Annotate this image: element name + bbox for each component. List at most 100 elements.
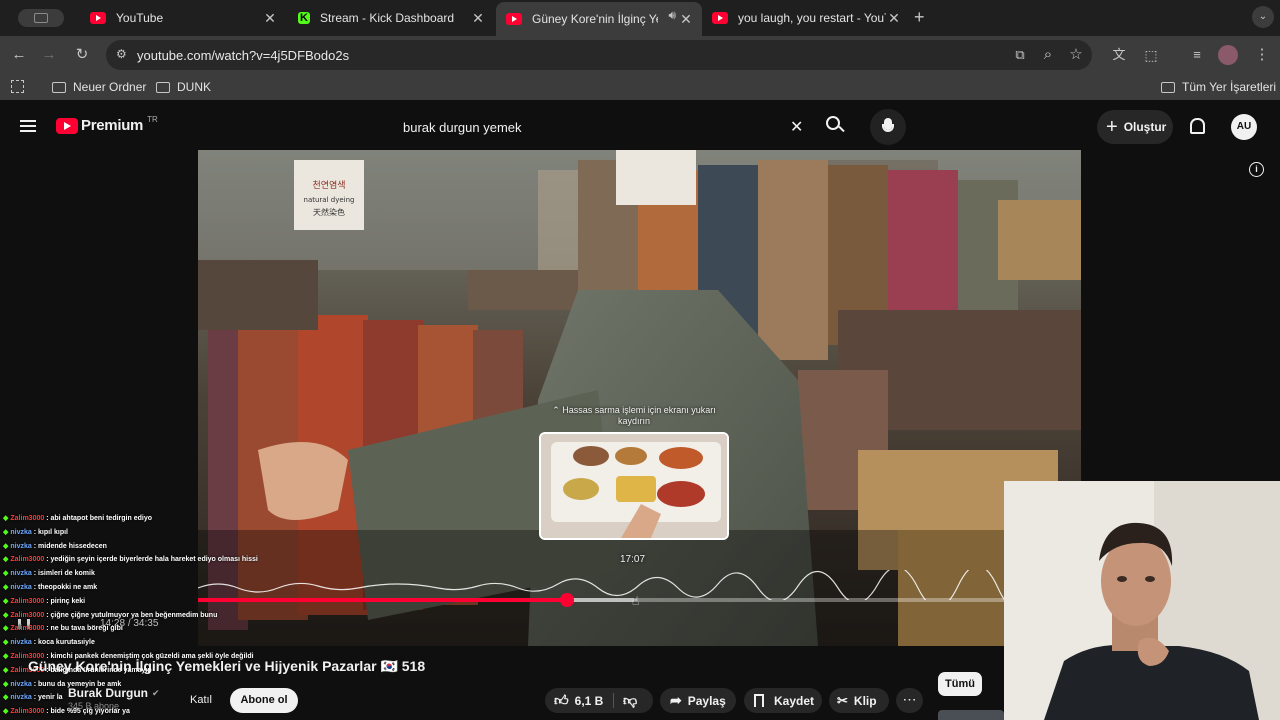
chat-text: yediğin şeyin içerde biyerlerde hala har… xyxy=(50,556,258,564)
notifications-bell-icon[interactable] xyxy=(1190,118,1205,134)
youtube-premium-logo[interactable]: Premium TR xyxy=(56,115,158,134)
filter-chip-all[interactable]: Tümü xyxy=(938,672,982,696)
folder-icon xyxy=(52,81,66,93)
seek-hint-text: Hassas sarma işlemi için ekranı yukarı k… xyxy=(562,405,716,426)
voice-search-button[interactable] xyxy=(870,109,906,145)
address-bar[interactable]: ⚙︎ youtube.com/watch?v=4j5DFBodo2s xyxy=(106,40,1092,70)
save-label: Kaydet xyxy=(774,693,815,708)
create-button[interactable]: + Oluştur xyxy=(1097,110,1173,144)
translate-icon[interactable]: 文 xyxy=(1108,44,1130,66)
search-box[interactable]: burak durgun yemek ✕ xyxy=(390,112,818,142)
tab-close-icon[interactable]: ✕ xyxy=(262,10,278,26)
account-avatar[interactable]: AU xyxy=(1231,114,1257,140)
search-icon xyxy=(826,116,840,130)
badge-icon: ◆ xyxy=(3,639,9,647)
tab-title: Güney Kore'nin İlginç Yem xyxy=(532,12,658,26)
tab-kick-dashboard[interactable]: K Stream - Kick Dashboard ✕ xyxy=(288,4,494,32)
chat-username: Zalim3000 xyxy=(10,625,45,633)
tab-list-button[interactable]: ⌄ xyxy=(1252,6,1274,28)
clip-label: Klip xyxy=(853,693,877,708)
tab-title: Stream - Kick Dashboard xyxy=(320,11,455,25)
subscribe-button[interactable]: Abone ol xyxy=(230,688,298,713)
bookmark-icon xyxy=(754,694,764,707)
save-button[interactable]: Kaydet xyxy=(754,688,814,713)
search-input[interactable]: burak durgun yemek xyxy=(403,120,522,135)
chat-message: ◆ Zalim3000 : çiğne çiğne yutulmuyor ya b… xyxy=(3,611,218,619)
chat-text: yenir la xyxy=(38,694,63,702)
forward-arrow-icon[interactable]: → xyxy=(38,44,60,66)
browser-menu-icon[interactable]: ⋮ xyxy=(1251,44,1273,66)
install-app-icon[interactable]: ⧉ xyxy=(1009,44,1031,66)
badge-icon: ◆ xyxy=(3,708,9,716)
dislike-button[interactable]: 👎︎ xyxy=(623,688,637,713)
chat-username: nivzka xyxy=(10,694,32,702)
speaker-icon[interactable]: 🔊︎ xyxy=(668,8,676,23)
youtube-favicon-icon xyxy=(712,12,728,24)
site-settings-icon[interactable]: ⚙︎ xyxy=(116,47,127,61)
tab-title: you laugh, you restart - YouTu xyxy=(738,11,886,25)
chat-message: ◆ nivzka : kıpıl kıpıl xyxy=(3,528,68,536)
tab-youtube[interactable]: YouTube ✕ xyxy=(80,4,286,32)
like-button[interactable]: 👍︎ 6,1 B xyxy=(554,688,603,713)
tab-you-laugh[interactable]: you laugh, you restart - YouTu ✕ xyxy=(704,4,910,32)
chat-username: Zalim3000 xyxy=(10,708,45,716)
scissors-icon: ✂ xyxy=(837,692,848,708)
logo-text: Premium xyxy=(81,117,144,134)
reload-icon[interactable]: ↻ xyxy=(71,44,93,66)
tab-active-video[interactable]: Güney Kore'nin İlginç Yem 🔊︎ ✕ xyxy=(496,2,702,36)
bookmark-label: Neuer Ordner xyxy=(73,80,147,94)
progress-scrubber-handle[interactable] xyxy=(560,593,575,607)
kick-favicon-icon: K xyxy=(298,12,310,24)
info-icon[interactable]: i xyxy=(1249,162,1264,177)
chat-message: ◆ nivzka : isimleri de komik xyxy=(3,570,95,578)
bookmark-folder-neuer-ordner[interactable]: Neuer Ordner xyxy=(52,80,146,94)
badge-icon: ◆ xyxy=(3,680,9,688)
hamburger-menu-icon[interactable] xyxy=(20,120,36,132)
chat-text: ne bu tava böreği gibi xyxy=(50,625,123,633)
badge-icon: ◆ xyxy=(3,542,9,550)
chat-username: Zalim3000 xyxy=(10,597,45,605)
clear-search-icon[interactable]: ✕ xyxy=(790,117,803,137)
progress-bar-track[interactable] xyxy=(198,593,1081,607)
tab-close-icon[interactable]: ✕ xyxy=(470,10,486,26)
bookmark-star-icon[interactable]: ☆ xyxy=(1065,44,1087,66)
zoom-icon[interactable]: ⌕ xyxy=(1037,44,1059,66)
tab-close-icon[interactable]: ✕ xyxy=(886,10,902,26)
chat-username: Zalim3000 xyxy=(10,556,45,564)
tab-search-icon xyxy=(34,13,48,23)
video-player[interactable]: 천연염색 natural dyeing 天然染色 ⌃ Hassas sarma … xyxy=(198,150,1081,646)
badge-icon: ◆ xyxy=(3,652,9,660)
more-actions-button[interactable]: ⋯ xyxy=(896,688,923,713)
more-horizontal-icon: ⋯ xyxy=(902,691,917,707)
badge-icon: ◆ xyxy=(3,625,9,633)
tab-search-button[interactable] xyxy=(18,9,64,27)
share-button[interactable]: ➦ Paylaş xyxy=(670,688,726,713)
chat-text: çiğne çiğne yutulmuyor ya ben beğenmedim… xyxy=(50,611,218,619)
search-button[interactable] xyxy=(826,116,846,136)
channel-name[interactable]: Burak Durgun xyxy=(68,686,148,700)
tab-close-icon[interactable]: ✕ xyxy=(678,11,694,27)
chat-username: Zalim3000 xyxy=(10,611,45,619)
store-sign-english: natural dyeing xyxy=(304,196,355,204)
bookmark-folder-dunk[interactable]: DUNK xyxy=(156,80,211,94)
create-label: Oluştur xyxy=(1123,120,1167,134)
badge-icon: ◆ xyxy=(3,556,9,564)
badge-icon: ◆ xyxy=(3,611,9,619)
profile-avatar-icon[interactable] xyxy=(1218,45,1238,65)
back-arrow-icon[interactable]: ← xyxy=(8,44,30,66)
join-button[interactable]: Katıl xyxy=(178,688,224,713)
plus-icon: + xyxy=(1106,116,1118,138)
chat-message: ◆ nivzka : theopokki ne amk xyxy=(3,583,98,591)
clip-button[interactable]: ✂ Klip xyxy=(837,688,877,713)
webcam-feed xyxy=(1004,481,1280,720)
apps-grid-icon[interactable] xyxy=(11,80,24,93)
channel-info: Burak Durgun ✔ 345 B abone xyxy=(68,686,160,711)
new-tab-button[interactable]: + xyxy=(914,8,925,26)
extensions-icon[interactable]: ⬚ xyxy=(1140,44,1162,66)
chat-username: nivzka xyxy=(10,680,32,688)
media-control-icon[interactable]: ≡ xyxy=(1186,44,1208,66)
all-bookmarks[interactable]: Tüm Yer İşaretleri xyxy=(1161,80,1276,94)
related-thumbnail[interactable] xyxy=(938,710,1004,720)
browser-toolbar: ← → ↻ ⚙︎ youtube.com/watch?v=4j5DFBodo2s… xyxy=(0,36,1280,74)
chat-username: nivzka xyxy=(10,639,32,647)
